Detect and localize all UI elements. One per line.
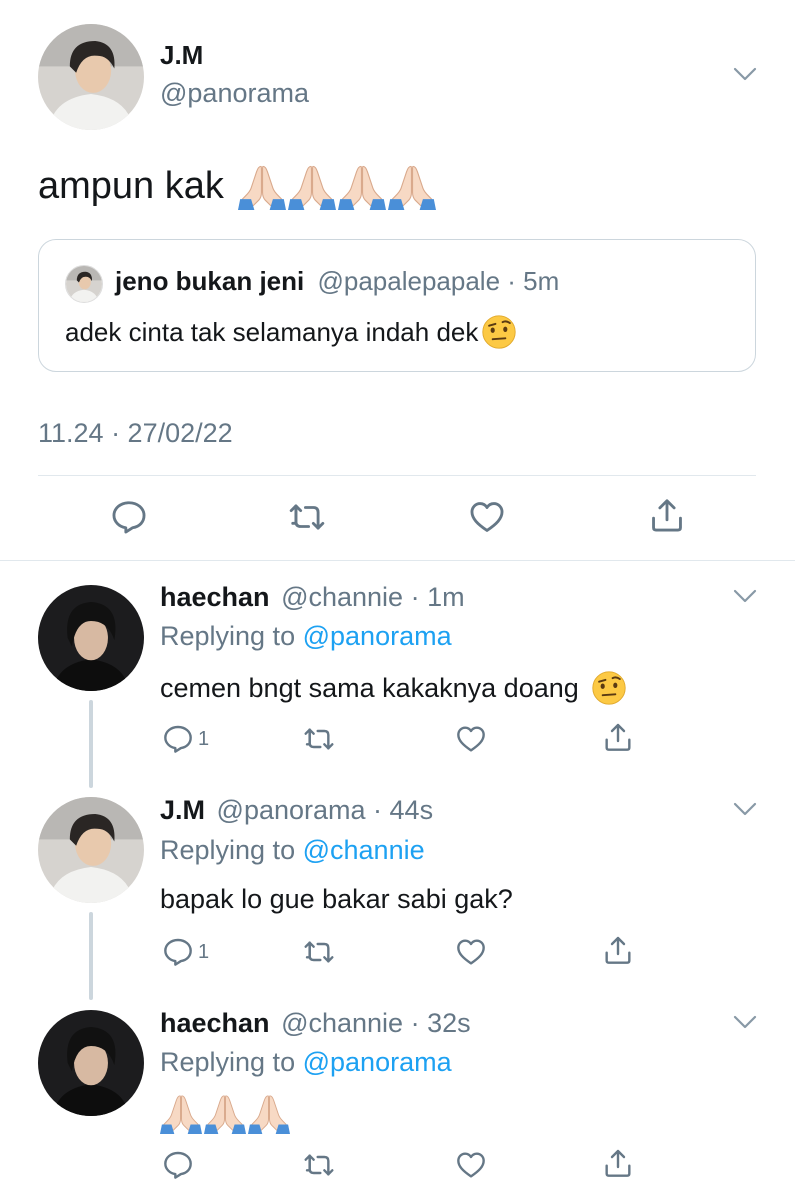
replying-to-handle[interactable]: @channie [303,835,425,865]
tweet-text: ampun kak [38,162,436,210]
replying-to-label: Replying to [160,1047,296,1077]
chevron-down-icon[interactable] [732,66,758,82]
share-button[interactable] [602,719,634,755]
author-handle[interactable]: @panorama [160,78,309,109]
quoted-author-handle: @papalepapale [317,266,501,296]
share-button[interactable] [602,1145,634,1181]
reply-header: J.M @panorama · 44s [160,795,433,826]
reply-author-handle[interactable]: @channie [281,1008,403,1038]
replying-to: Replying to @panorama [160,621,452,652]
reply-text: cemen bngt sama kakaknya doang [160,670,627,706]
retweet-icon [302,723,336,755]
reply-icon [162,936,194,968]
divider [0,560,795,561]
reply-avatar[interactable] [38,585,144,691]
divider [38,475,756,476]
reply-button[interactable]: 1 [162,721,209,757]
replying-to-handle[interactable]: @panorama [303,621,452,651]
separator-dot: · [365,795,390,825]
thread-line [89,912,93,1000]
share-button[interactable] [602,932,634,968]
quoted-author-name: jeno bukan jeni [115,266,305,296]
reply-time: 44s [389,795,434,825]
reply-button[interactable] [162,1147,194,1183]
separator-dot: · [500,266,524,296]
separator-dot: · [403,582,428,612]
heart-icon [455,723,487,755]
retweet-icon [287,498,327,536]
reply-header: haechan @channie · 32s [160,1008,471,1039]
retweet-icon [302,1149,336,1181]
folded-hands-emoji-icon [160,1092,290,1134]
reply-author-handle[interactable]: @panorama [217,795,366,825]
quoted-header: jeno bukan jeni @papalepapale · 5m [115,266,559,297]
reply-author-name[interactable]: J.M [160,795,205,825]
reply-icon [162,1149,194,1181]
chevron-down-icon[interactable] [732,801,758,817]
share-icon [602,721,634,753]
raised-eyebrow-emoji-icon [591,670,627,706]
reply-time: 1m [427,582,465,612]
reply-count: 1 [198,940,210,963]
like-button[interactable] [468,499,506,535]
reply-author-name[interactable]: haechan [160,582,270,612]
reply-count: 1 [198,727,210,750]
reply-button[interactable]: 1 [162,934,209,970]
retweet-icon [302,936,336,968]
reply-avatar[interactable] [38,797,144,903]
share-icon [602,934,634,966]
avatar-image [38,24,144,130]
like-button[interactable] [455,934,487,970]
heart-icon [455,1149,487,1181]
quoted-time: 5m [523,266,560,296]
chevron-down-icon[interactable] [732,588,758,604]
retweet-button[interactable] [302,934,336,970]
reply-avatar[interactable] [38,1010,144,1116]
share-icon [648,496,686,534]
reply-author-handle[interactable]: @channie [281,582,403,612]
retweet-button[interactable] [302,1147,336,1183]
author-avatar[interactable] [38,24,144,130]
replying-to-handle[interactable]: @panorama [303,1047,452,1077]
tweet-text-content: ampun kak [38,164,224,207]
reply-text: bapak lo gue bakar sabi gak? [160,884,513,914]
folded-hands-emoji-icon [238,162,436,210]
replying-to-label: Replying to [160,835,296,865]
raised-eyebrow-emoji-icon [481,314,517,350]
quoted-tweet-card[interactable]: jeno bukan jeni @papalepapale · 5m adek … [38,239,756,372]
separator-dot: · [403,1008,428,1038]
share-icon [602,1147,634,1179]
quoted-text: adek cinta tak selamanya indah dek [65,314,517,350]
tweet-timestamp[interactable]: 11.24 · 27/02/22 [38,418,233,449]
thread-line [89,700,93,788]
reply-time: 32s [427,1008,471,1038]
heart-icon [468,498,506,536]
heart-icon [455,936,487,968]
chevron-down-icon[interactable] [732,1014,758,1030]
quoted-text-content: adek cinta tak selamanya indah dek [65,316,479,347]
reply-author-name[interactable]: haechan [160,1008,270,1038]
like-button[interactable] [455,721,487,757]
quoted-author-avatar [65,265,103,303]
like-button[interactable] [455,1147,487,1183]
reply-icon [162,723,194,755]
retweet-button[interactable] [302,721,336,757]
replying-to-label: Replying to [160,621,296,651]
reply-button[interactable] [110,499,148,535]
replying-to: Replying to @panorama [160,1047,452,1078]
reply-text-content: cemen bngt sama kakaknya doang [160,672,579,703]
replying-to: Replying to @channie [160,835,425,866]
retweet-button[interactable] [287,499,327,535]
reply-header: haechan @channie · 1m [160,582,465,613]
share-button[interactable] [648,497,686,533]
reply-icon [110,498,148,536]
author-name[interactable]: J.M [160,40,203,71]
